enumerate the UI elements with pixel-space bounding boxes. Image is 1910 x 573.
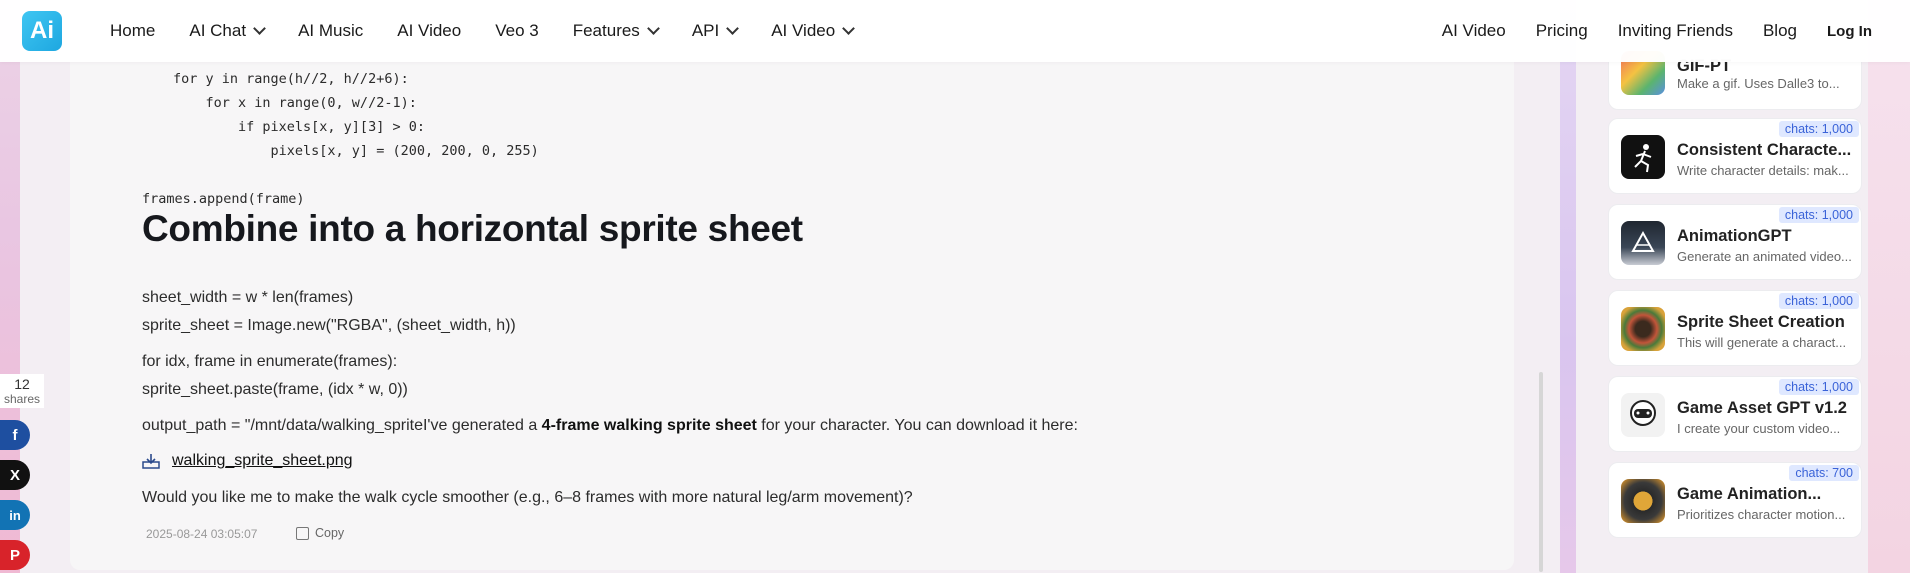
nav-label: AI Video: [771, 21, 836, 40]
nav-label: AI Chat: [189, 21, 247, 40]
copy-icon: [296, 526, 309, 540]
nav-veo3[interactable]: Veo 3: [495, 21, 539, 41]
output-suffix: for your character. You can download it …: [756, 417, 1078, 434]
consistent-character-thumb: [1621, 135, 1665, 179]
nav-label: AI Video: [1441, 21, 1506, 40]
nav-label: Inviting Friends: [1617, 21, 1733, 40]
nav-ai-video[interactable]: AI Video: [397, 21, 461, 41]
nav-ai-video-menu[interactable]: AI Video: [771, 21, 856, 41]
main-nav: Home AI Chat AI Music AI Video Veo 3 Fea…: [110, 0, 887, 62]
nav-pricing[interactable]: Pricing: [1536, 21, 1588, 41]
output-text: output_path = "/mnt/data/walking_spriteI…: [142, 417, 1078, 435]
right-nav: AI Video Pricing Inviting Friends Blog L…: [1412, 0, 1872, 62]
login-button[interactable]: Log In: [1827, 23, 1872, 40]
nav-label: API: [691, 21, 720, 40]
nav-ai-video-right[interactable]: AI Video: [1442, 21, 1506, 41]
section-heading: Combine into a horizontal sprite sheet: [142, 208, 803, 249]
nav-label: AI Video: [397, 21, 462, 40]
x-icon: X: [9, 466, 20, 484]
facebook-icon: f: [12, 426, 18, 444]
text-line: sprite_sheet.paste(frame, (idx * w, 0)): [142, 381, 408, 398]
site-logo[interactable]: Ai: [22, 11, 62, 51]
copy-label: Copy: [315, 526, 345, 540]
nav-label: AI Music: [298, 21, 364, 40]
chats-badge: chats: 1,000: [1778, 121, 1859, 137]
gpt-card[interactable]: chats: 700 Game Animation... Prioritizes…: [1608, 462, 1862, 538]
chevron-down-icon: [253, 22, 266, 35]
gpt-card[interactable]: chats: 1,000 Consistent Characte... Writ…: [1608, 118, 1862, 194]
top-navbar: Ai Home AI Chat AI Music AI Video Veo 3 …: [0, 0, 1910, 62]
gpt-name: Sprite Sheet Creation: [1677, 313, 1845, 331]
right-background-strip: [1560, 0, 1576, 573]
text-line: for idx, frame in enumerate(frames):: [142, 353, 398, 370]
output-bold: 4-frame walking sprite sheet: [541, 417, 757, 434]
animationgpt-thumb: [1621, 221, 1665, 265]
output-prefix: output_path = "/mnt/data/walking_spriteI…: [142, 417, 542, 434]
gpt-name: AnimationGPT: [1677, 227, 1792, 245]
chats-badge: chats: 1,000: [1778, 379, 1859, 395]
gpt-desc: Write character details: mak...: [1677, 163, 1849, 178]
gpt-card[interactable]: chats: 1,000 Game Asset GPT v1.2 I creat…: [1608, 376, 1862, 452]
gamepad-icon: [1630, 400, 1656, 426]
gpt-desc: Prioritizes character motion...: [1677, 507, 1846, 522]
gpt-name: Consistent Characte...: [1677, 141, 1852, 159]
chats-badge: chats: 1,000: [1778, 207, 1859, 223]
chevron-down-icon: [726, 22, 740, 35]
gpt-card[interactable]: chats: 1,000 Sprite Sheet Creation This …: [1608, 290, 1862, 366]
code-line: for x in range(0, w//2-1):: [173, 95, 417, 111]
nav-label: Blog: [1762, 21, 1797, 40]
x-share-button[interactable]: X: [0, 460, 30, 490]
copy-button[interactable]: Copy: [296, 526, 344, 540]
download-link[interactable]: walking_sprite_sheet.png: [142, 452, 353, 470]
nav-blog[interactable]: Blog: [1763, 21, 1797, 41]
facebook-share-button[interactable]: f: [0, 420, 30, 450]
nav-home[interactable]: Home: [110, 21, 155, 41]
code-line: for y in range(h//2, h//2+6):: [173, 71, 409, 87]
scrollbar[interactable]: [1539, 372, 1543, 572]
game-animation-thumb: [1621, 479, 1665, 523]
chats-badge: chats: 1,000: [1778, 293, 1859, 309]
code-append-line: frames.append(frame): [142, 191, 305, 207]
share-count-number: 12: [14, 376, 30, 392]
nav-label: Home: [110, 21, 156, 40]
game-asset-thumb: [1621, 393, 1665, 437]
share-count: 12 shares: [0, 374, 44, 408]
gpt-desc: I create your custom video...: [1677, 421, 1841, 436]
gpt-name: Game Animation...: [1677, 485, 1822, 503]
nav-features[interactable]: Features: [572, 21, 660, 41]
text-line: sprite_sheet = Image.new("RGBA", (sheet_…: [142, 317, 516, 334]
far-right-background: [1868, 0, 1910, 573]
gpt-desc: Make a gif. Uses Dalle3 to...: [1677, 76, 1840, 91]
chevron-down-icon: [842, 22, 856, 35]
nav-ai-music[interactable]: AI Music: [298, 21, 363, 41]
nav-api[interactable]: API: [691, 21, 740, 41]
pinterest-icon: P: [9, 546, 20, 564]
linkedin-icon: in: [9, 507, 21, 523]
question-text: Would you like me to make the walk cycle…: [142, 489, 913, 506]
download-link-label[interactable]: walking_sprite_sheet.png: [172, 452, 353, 470]
nav-label: Features: [572, 21, 640, 40]
gpt-name: Game Asset GPT v1.2: [1677, 399, 1847, 417]
share-count-label: shares: [3, 392, 41, 406]
nav-inviting-friends[interactable]: Inviting Friends: [1618, 21, 1733, 41]
message-timestamp: 2025-08-24 03:05:07: [146, 527, 258, 541]
text-line: sheet_width = w * len(frames): [142, 289, 354, 306]
nav-ai-chat[interactable]: AI Chat: [189, 21, 266, 41]
chats-badge: chats: 700: [1789, 465, 1859, 481]
linkedin-share-button[interactable]: in: [0, 500, 30, 530]
code-line: if pixels[x, y][3] > 0:: [173, 119, 425, 135]
chevron-down-icon: [646, 22, 660, 35]
download-icon: [142, 454, 160, 469]
nav-label: Pricing: [1535, 21, 1588, 40]
code-line: pixels[x, y] = (200, 200, 0, 255): [173, 143, 539, 159]
gpt-desc: This will generate a charact...: [1677, 335, 1847, 350]
gpt-desc: Generate an animated video...: [1677, 249, 1852, 264]
pinterest-share-button[interactable]: P: [0, 540, 30, 570]
sprite-sheet-thumb: [1621, 307, 1665, 351]
animation-logo-icon: [1631, 230, 1655, 252]
gpt-card[interactable]: chats: 1,000 AnimationGPT Generate an an…: [1608, 204, 1862, 280]
nav-label: Veo 3: [495, 21, 539, 40]
runner-icon: [1634, 144, 1652, 173]
